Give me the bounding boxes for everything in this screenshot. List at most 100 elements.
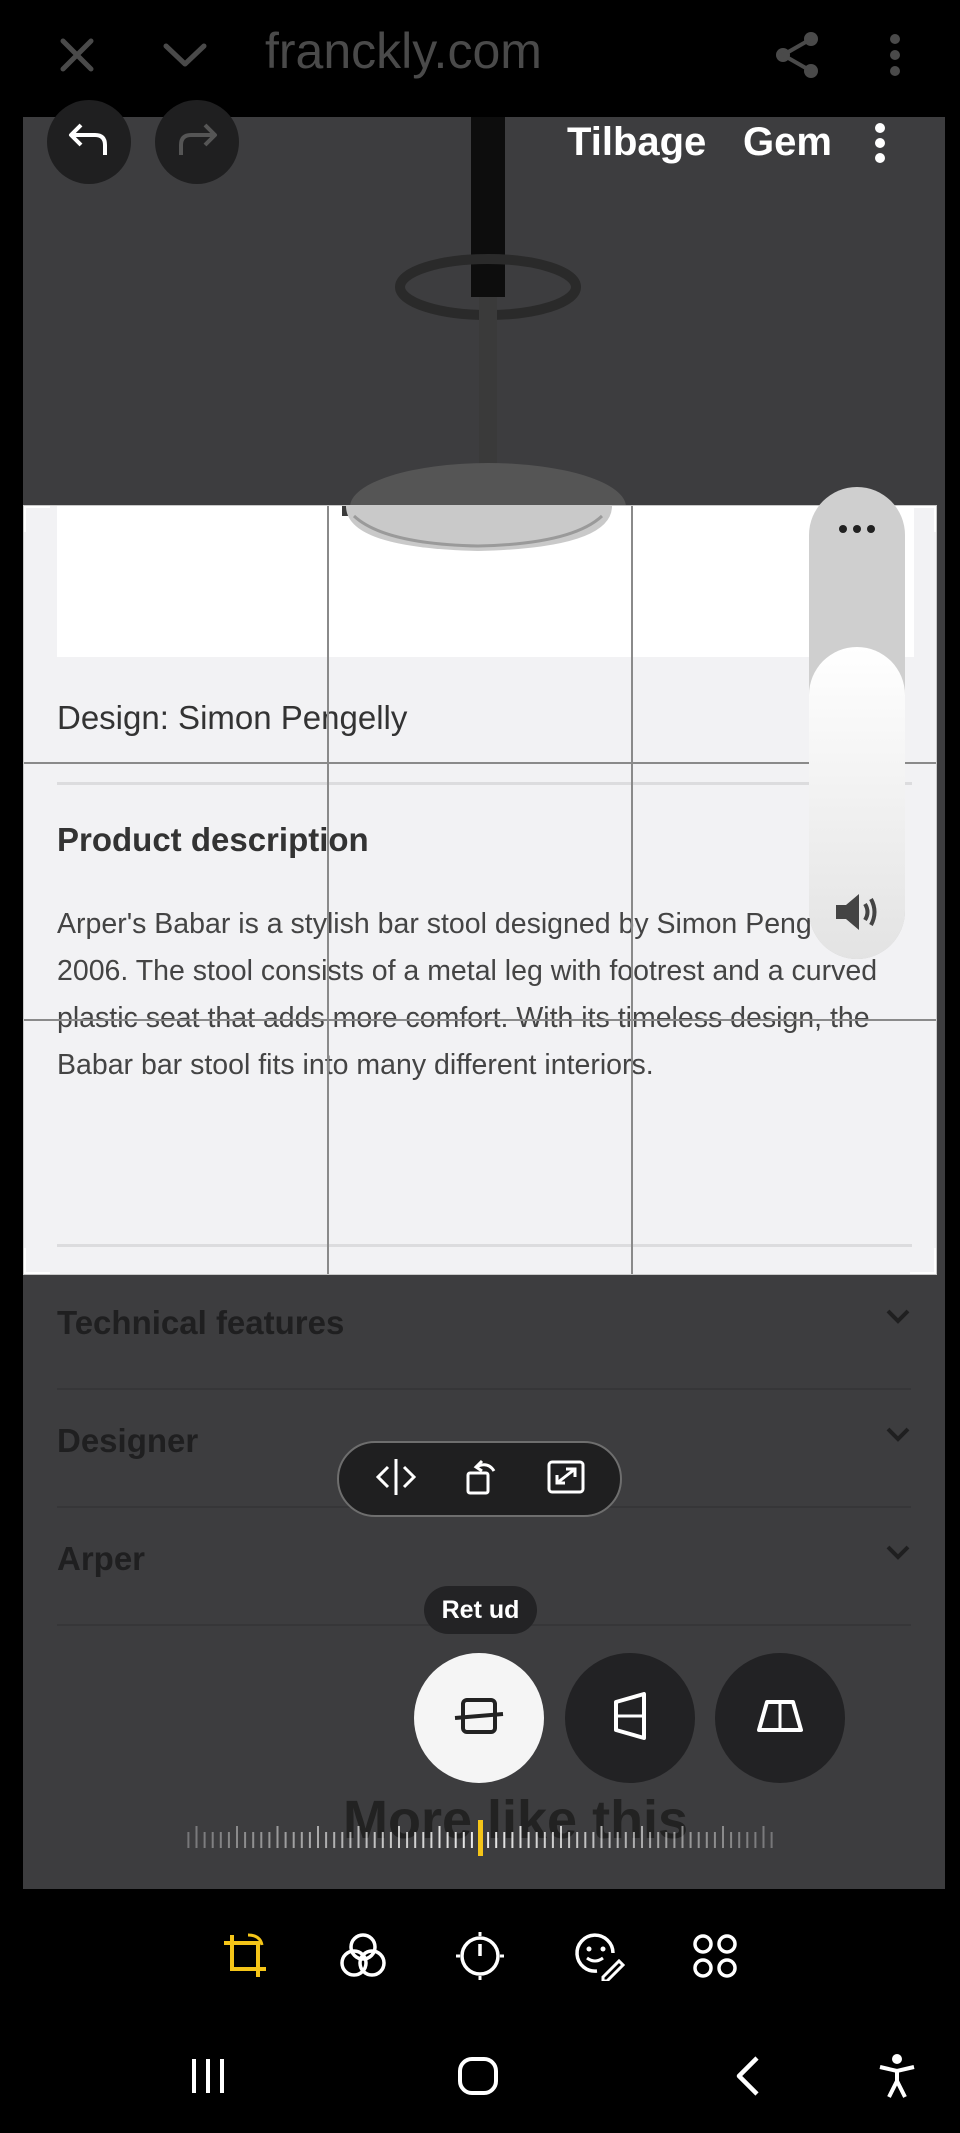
crop-grid-line xyxy=(327,506,329,1274)
crop-rotate-icon[interactable] xyxy=(215,1928,275,1984)
section-label: Arper xyxy=(57,1540,146,1577)
undo-button[interactable] xyxy=(47,100,131,184)
ruler-tick xyxy=(308,1832,311,1848)
ruler-tick xyxy=(268,1832,271,1848)
product-description-title[interactable]: Product description xyxy=(57,821,369,859)
recents-icon[interactable] xyxy=(178,2048,238,2104)
cancel-button[interactable]: Tilbage xyxy=(567,120,706,165)
ruler-tick xyxy=(722,1826,724,1848)
vertical-perspective-button[interactable] xyxy=(565,1653,695,1783)
undo-icon xyxy=(67,121,111,164)
ruler-tick xyxy=(284,1832,287,1848)
more-horiz-icon[interactable] xyxy=(809,521,905,539)
ruler-tick xyxy=(705,1832,708,1848)
ruler-tick xyxy=(454,1832,457,1848)
close-icon[interactable] xyxy=(42,20,112,90)
rotate-icon[interactable] xyxy=(462,1457,502,1502)
crop-grid-line xyxy=(631,506,633,1274)
ruler-tick xyxy=(430,1832,433,1848)
ruler-tick xyxy=(689,1832,692,1848)
ruler-tick xyxy=(616,1832,619,1848)
redo-button[interactable] xyxy=(155,100,239,184)
ruler-tick xyxy=(503,1832,506,1848)
vertical-perspective-icon xyxy=(610,1691,650,1745)
ruler-tick xyxy=(519,1826,522,1848)
ruler-tick xyxy=(398,1826,400,1848)
browser-toolbar: franckly.com xyxy=(0,0,960,110)
more-tools-icon[interactable] xyxy=(685,1928,745,1984)
ruler-tick xyxy=(357,1826,360,1848)
ruler-tick xyxy=(738,1832,741,1848)
accessibility-icon[interactable] xyxy=(867,2048,927,2104)
crop-grid-line xyxy=(24,1019,936,1021)
crop-handle[interactable] xyxy=(910,1248,936,1274)
volume-slider[interactable] xyxy=(809,487,905,959)
ruler-tick xyxy=(608,1832,611,1848)
ruler-tick xyxy=(470,1832,473,1848)
ruler-tick xyxy=(641,1826,643,1848)
crop-frame[interactable]: Design: Simon Pengelly Product descripti… xyxy=(23,505,937,1275)
transform-tools xyxy=(337,1441,622,1517)
url-text[interactable]: franckly.com xyxy=(265,22,542,80)
crop-handle[interactable] xyxy=(910,506,936,532)
filters-icon[interactable] xyxy=(333,1928,393,1984)
ruler-tick xyxy=(730,1832,733,1848)
ruler-tick xyxy=(406,1832,409,1848)
ruler-tick xyxy=(535,1832,538,1848)
ruler-tick xyxy=(414,1832,417,1848)
ruler-tick xyxy=(770,1832,773,1848)
horizontal-perspective-icon xyxy=(755,1698,805,1739)
tooltip: Ret ud xyxy=(424,1586,537,1634)
ruler-tick xyxy=(543,1832,546,1848)
ruler-tick xyxy=(665,1832,668,1848)
share-icon[interactable] xyxy=(762,20,832,90)
ruler-tick xyxy=(527,1832,530,1848)
straighten-button[interactable] xyxy=(414,1653,544,1783)
ruler-indicator xyxy=(478,1820,483,1856)
home-icon[interactable] xyxy=(448,2048,508,2104)
ruler-tick xyxy=(624,1832,627,1848)
ruler-tick xyxy=(438,1826,441,1848)
decorations-icon[interactable] xyxy=(569,1928,629,1984)
ruler-tick xyxy=(446,1832,449,1848)
ruler-tick xyxy=(560,1826,562,1848)
flip-icon[interactable] xyxy=(373,1457,419,1502)
divider xyxy=(57,1244,912,1247)
ruler-tick xyxy=(592,1832,595,1848)
save-button[interactable]: Gem xyxy=(743,120,832,165)
back-icon[interactable] xyxy=(718,2048,778,2104)
ruler-tick xyxy=(244,1832,247,1848)
ruler-tick xyxy=(300,1832,303,1848)
chevron-down-icon[interactable] xyxy=(150,20,220,90)
editor-more-vert-icon[interactable] xyxy=(873,122,887,169)
expand-icon[interactable] xyxy=(546,1459,586,1500)
speaker-icon[interactable] xyxy=(809,890,905,939)
chevron-down-icon xyxy=(885,1308,911,1331)
crop-handle[interactable] xyxy=(24,506,50,532)
ruler-tick xyxy=(495,1832,498,1848)
adjust-icon[interactable] xyxy=(450,1928,510,1984)
more-vert-icon[interactable] xyxy=(860,20,930,90)
rotation-ruler[interactable] xyxy=(180,1820,780,1860)
ruler-tick xyxy=(657,1832,660,1848)
ruler-tick xyxy=(325,1832,328,1848)
ruler-tick xyxy=(276,1826,279,1848)
ruler-tick xyxy=(754,1832,757,1848)
chevron-down-icon xyxy=(885,1426,911,1449)
ruler-tick xyxy=(632,1832,635,1848)
ruler-tick xyxy=(681,1826,684,1848)
ruler-tick xyxy=(762,1826,765,1848)
ruler-tick xyxy=(649,1832,652,1848)
ruler-tick xyxy=(260,1832,263,1848)
crop-handle[interactable] xyxy=(24,1248,50,1274)
ruler-tick xyxy=(203,1832,206,1848)
ruler-tick xyxy=(511,1832,514,1848)
divider xyxy=(57,782,912,785)
ruler-tick xyxy=(373,1832,376,1848)
chevron-down-icon xyxy=(885,1544,911,1567)
section-technical-features[interactable]: Technical features xyxy=(57,1272,911,1390)
horizontal-perspective-button[interactable] xyxy=(715,1653,845,1783)
ruler-tick xyxy=(746,1832,749,1848)
ruler-tick xyxy=(211,1832,214,1848)
ruler-tick xyxy=(422,1832,425,1848)
